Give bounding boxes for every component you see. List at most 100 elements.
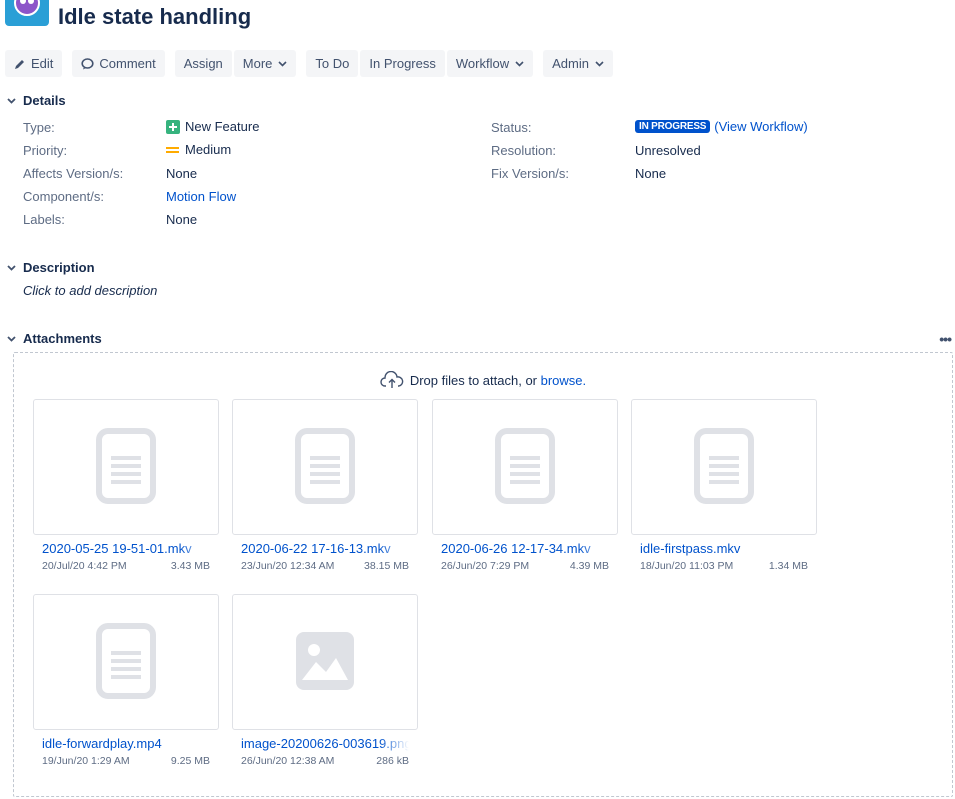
document-icon (694, 427, 754, 507)
document-icon (96, 427, 156, 507)
more-label: More (242, 56, 273, 71)
attachments-more-button[interactable]: ••• (939, 331, 952, 347)
fix-version-label: Fix Version/s: (491, 166, 570, 181)
type-label: Type: (23, 120, 55, 135)
issue-title[interactable]: Idle state handling (58, 4, 251, 30)
document-icon (295, 427, 355, 507)
attachment-date: 18/Jun/20 11:03 PM (640, 560, 734, 572)
inprogress-transition-button[interactable]: In Progress (360, 50, 445, 77)
chevron-down-icon (6, 263, 16, 273)
type-text: New Feature (185, 119, 260, 134)
description-section-toggle[interactable]: Description (6, 260, 95, 275)
edit-button[interactable]: Edit (5, 50, 63, 77)
attachment-tile[interactable]: 2020-06-22 17-16-13.mkv 23/Jun/20 12:34 … (232, 399, 418, 572)
chevron-down-icon (595, 60, 604, 67)
resolution-value: Unresolved (635, 143, 701, 158)
description-placeholder[interactable]: Click to add description (23, 283, 157, 298)
attachment-size: 38.15 MB (364, 560, 409, 572)
admin-button[interactable]: Admin (543, 50, 613, 77)
workflow-label: Workflow (455, 56, 510, 71)
attachment-thumbnail[interactable] (33, 399, 219, 535)
attachment-name[interactable]: idle-firstpass.mkv (640, 541, 808, 556)
more-button[interactable]: More (233, 50, 297, 77)
status-value: IN PROGRESS (View Workflow) (635, 119, 808, 134)
attachment-size: 3.43 MB (170, 560, 210, 572)
description-heading: Description (23, 260, 95, 275)
view-workflow-link[interactable]: (View Workflow) (714, 119, 807, 134)
priority-value: Medium (166, 142, 231, 157)
status-label: Status: (491, 120, 532, 135)
attachment-date: 19/Jun/20 1:29 AM (42, 755, 130, 767)
priority-text: Medium (185, 142, 232, 157)
drop-text: Drop files to attach, or (409, 372, 537, 388)
new-feature-icon (166, 119, 180, 134)
issue-header: Idle state handling (0, 0, 955, 40)
document-icon (495, 427, 555, 507)
comment-label: Comment (99, 56, 156, 71)
attachment-name[interactable]: 2020-06-22 17-16-13.mkv (241, 541, 409, 556)
attachment-thumbnail[interactable] (432, 399, 618, 535)
attachment-name[interactable]: idle-forwardplay.mp4 (42, 736, 210, 751)
attachment-tile[interactable]: 2020-06-26 12-17-34.mkv 26/Jun/20 7:29 P… (432, 399, 618, 572)
chevron-down-icon (6, 334, 16, 344)
affects-version-value: None (166, 166, 198, 181)
attachment-tile[interactable]: idle-firstpass.mkv 18/Jun/20 11:03 PM 1.… (631, 399, 817, 572)
attachment-meta: 26/Jun/20 7:29 PM 4.39 MB (441, 560, 609, 572)
attachments-section-toggle[interactable]: Attachments (6, 331, 102, 346)
attachment-meta: 26/Jun/20 12:38 AM 286 kB (241, 755, 409, 767)
todo-transition-button[interactable]: To Do (306, 50, 359, 77)
fix-version-value: None (635, 166, 667, 181)
details-heading: Details (23, 93, 66, 108)
attachment-date: 20/Jul/20 4:42 PM (42, 560, 127, 572)
attachment-tile[interactable]: idle-forwardplay.mp4 19/Jun/20 1:29 AM 9… (33, 594, 219, 767)
document-icon (96, 622, 156, 702)
inprogress-label: In Progress (369, 56, 436, 71)
attachment-name[interactable]: image-20200626-003619.png (241, 736, 409, 751)
attachment-date: 26/Jun/20 7:29 PM (441, 560, 530, 572)
attachment-size: 286 kB (376, 755, 409, 767)
status-lozenge: IN PROGRESS (635, 120, 711, 133)
attachment-tile[interactable]: 2020-05-25 19-51-01.mkv 20/Jul/20 4:42 P… (33, 399, 219, 572)
attachment-date: 23/Jun/20 12:34 AM (241, 560, 335, 572)
attachment-size: 1.34 MB (768, 560, 808, 572)
attachment-name[interactable]: 2020-05-25 19-51-01.mkv (42, 541, 210, 556)
attachment-meta: 18/Jun/20 11:03 PM 1.34 MB (640, 560, 808, 572)
type-value: New Feature (166, 119, 259, 134)
comment-icon (81, 57, 95, 70)
attachment-thumbnail[interactable] (33, 594, 219, 730)
assign-label: Assign (183, 56, 223, 71)
todo-label: To Do (315, 56, 350, 71)
attachment-size: 4.39 MB (569, 560, 609, 572)
attachments-heading: Attachments (23, 331, 102, 346)
drop-instructions: Drop files to attach, or browse. (14, 371, 952, 389)
pencil-icon (14, 58, 26, 70)
attachment-meta: 23/Jun/20 12:34 AM 38.15 MB (241, 560, 409, 572)
project-avatar[interactable] (5, 0, 49, 26)
attachment-tile[interactable]: image-20200626-003619.png 26/Jun/20 12:3… (232, 594, 418, 767)
attachment-date: 26/Jun/20 12:38 AM (241, 755, 335, 767)
cloud-upload-icon (380, 371, 404, 389)
edit-label: Edit (31, 56, 54, 71)
admin-label: Admin (552, 56, 589, 71)
chevron-down-icon (6, 96, 16, 106)
image-icon (296, 631, 354, 693)
labels-value: None (166, 212, 198, 227)
chevron-down-icon (278, 60, 287, 67)
attachment-thumbnail[interactable] (631, 399, 817, 535)
attachment-meta: 20/Jul/20 4:42 PM 3.43 MB (42, 560, 210, 572)
attachment-thumbnail[interactable] (232, 399, 418, 535)
workflow-button[interactable]: Workflow (446, 50, 534, 77)
attachment-name[interactable]: 2020-06-26 12-17-34.mkv (441, 541, 609, 556)
attachment-thumbnail[interactable] (232, 594, 418, 730)
attachment-meta: 19/Jun/20 1:29 AM 9.25 MB (42, 755, 210, 767)
component-label: Component/s: (23, 189, 104, 204)
browse-link[interactable]: browse. (541, 373, 587, 388)
labels-label: Labels: (23, 212, 65, 227)
medium-priority-icon (166, 145, 179, 155)
assign-button[interactable]: Assign (174, 50, 232, 77)
component-link[interactable]: Motion Flow (166, 189, 236, 204)
attachment-size: 9.25 MB (170, 755, 210, 767)
project-avatar-icon (14, 0, 40, 16)
details-section-toggle[interactable]: Details (6, 93, 66, 108)
comment-button[interactable]: Comment (72, 50, 165, 77)
